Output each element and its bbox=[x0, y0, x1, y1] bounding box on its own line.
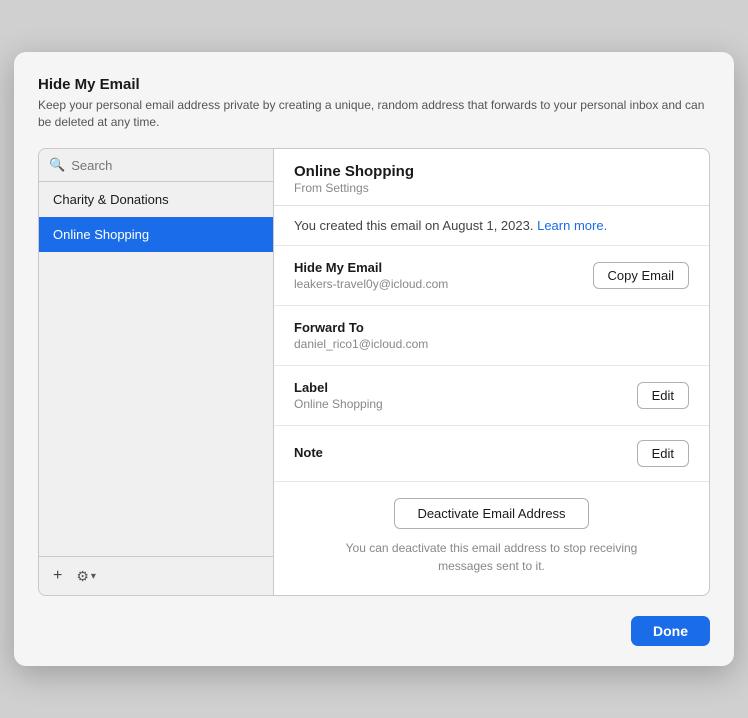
edit-note-button[interactable]: Edit bbox=[637, 440, 689, 467]
learn-more-link[interactable]: Learn more. bbox=[537, 218, 607, 233]
search-icon: 🔍 bbox=[49, 157, 65, 173]
panel-created: You created this email on August 1, 2023… bbox=[274, 206, 709, 246]
created-text: You created this email on August 1, 2023… bbox=[294, 218, 533, 233]
sidebar-item-online-shopping[interactable]: Online Shopping bbox=[39, 217, 273, 252]
done-button[interactable]: Done bbox=[631, 616, 710, 646]
dialog-footer: Done bbox=[38, 612, 710, 646]
panel-title: Online Shopping bbox=[294, 163, 689, 180]
copy-email-button[interactable]: Copy Email bbox=[593, 262, 689, 289]
main-content: 🔍 Charity & Donations Online Shopping + … bbox=[38, 148, 710, 596]
chevron-down-icon: ▾ bbox=[91, 571, 96, 582]
panel-source: From Settings bbox=[294, 181, 689, 195]
label-field-label: Label bbox=[294, 380, 383, 395]
label-field-value: Online Shopping bbox=[294, 397, 383, 411]
sidebar-footer: + ⚙ ▾ bbox=[39, 556, 273, 595]
edit-label-button[interactable]: Edit bbox=[637, 382, 689, 409]
dialog-header: Hide My Email Keep your personal email a… bbox=[38, 76, 710, 131]
label-row: Label Online Shopping Edit bbox=[274, 366, 709, 426]
note-label: Note bbox=[294, 445, 323, 460]
sidebar-list: Charity & Donations Online Shopping bbox=[39, 182, 273, 556]
deactivate-button[interactable]: Deactivate Email Address bbox=[394, 498, 588, 529]
forward-to-row: Forward To daniel_rico1@icloud.com bbox=[274, 306, 709, 366]
hide-my-email-label: Hide My Email bbox=[294, 260, 448, 275]
dialog-title: Hide My Email bbox=[38, 76, 710, 93]
hide-my-email-row: Hide My Email leakers-travel0y@icloud.co… bbox=[274, 246, 709, 306]
dialog-subtitle: Keep your personal email address private… bbox=[38, 97, 710, 131]
deactivate-section: Deactivate Email Address You can deactiv… bbox=[274, 482, 709, 595]
search-bar[interactable]: 🔍 bbox=[39, 149, 273, 182]
settings-dropdown[interactable]: ⚙ ▾ bbox=[76, 568, 96, 585]
forward-to-label: Forward To bbox=[294, 320, 428, 335]
note-row: Note Edit bbox=[274, 426, 709, 482]
sidebar-item-charity[interactable]: Charity & Donations bbox=[39, 182, 273, 217]
add-email-button[interactable]: + bbox=[49, 565, 66, 587]
sidebar: 🔍 Charity & Donations Online Shopping + … bbox=[39, 149, 274, 595]
hide-my-email-dialog: Hide My Email Keep your personal email a… bbox=[14, 52, 734, 667]
forward-to-value: daniel_rico1@icloud.com bbox=[294, 337, 428, 351]
deactivate-note: You can deactivate this email address to… bbox=[322, 539, 662, 575]
gear-icon: ⚙ bbox=[76, 568, 89, 585]
right-panel: Online Shopping From Settings You create… bbox=[274, 149, 709, 595]
panel-header: Online Shopping From Settings bbox=[274, 149, 709, 206]
search-input[interactable] bbox=[71, 158, 263, 173]
hide-my-email-value: leakers-travel0y@icloud.com bbox=[294, 277, 448, 291]
